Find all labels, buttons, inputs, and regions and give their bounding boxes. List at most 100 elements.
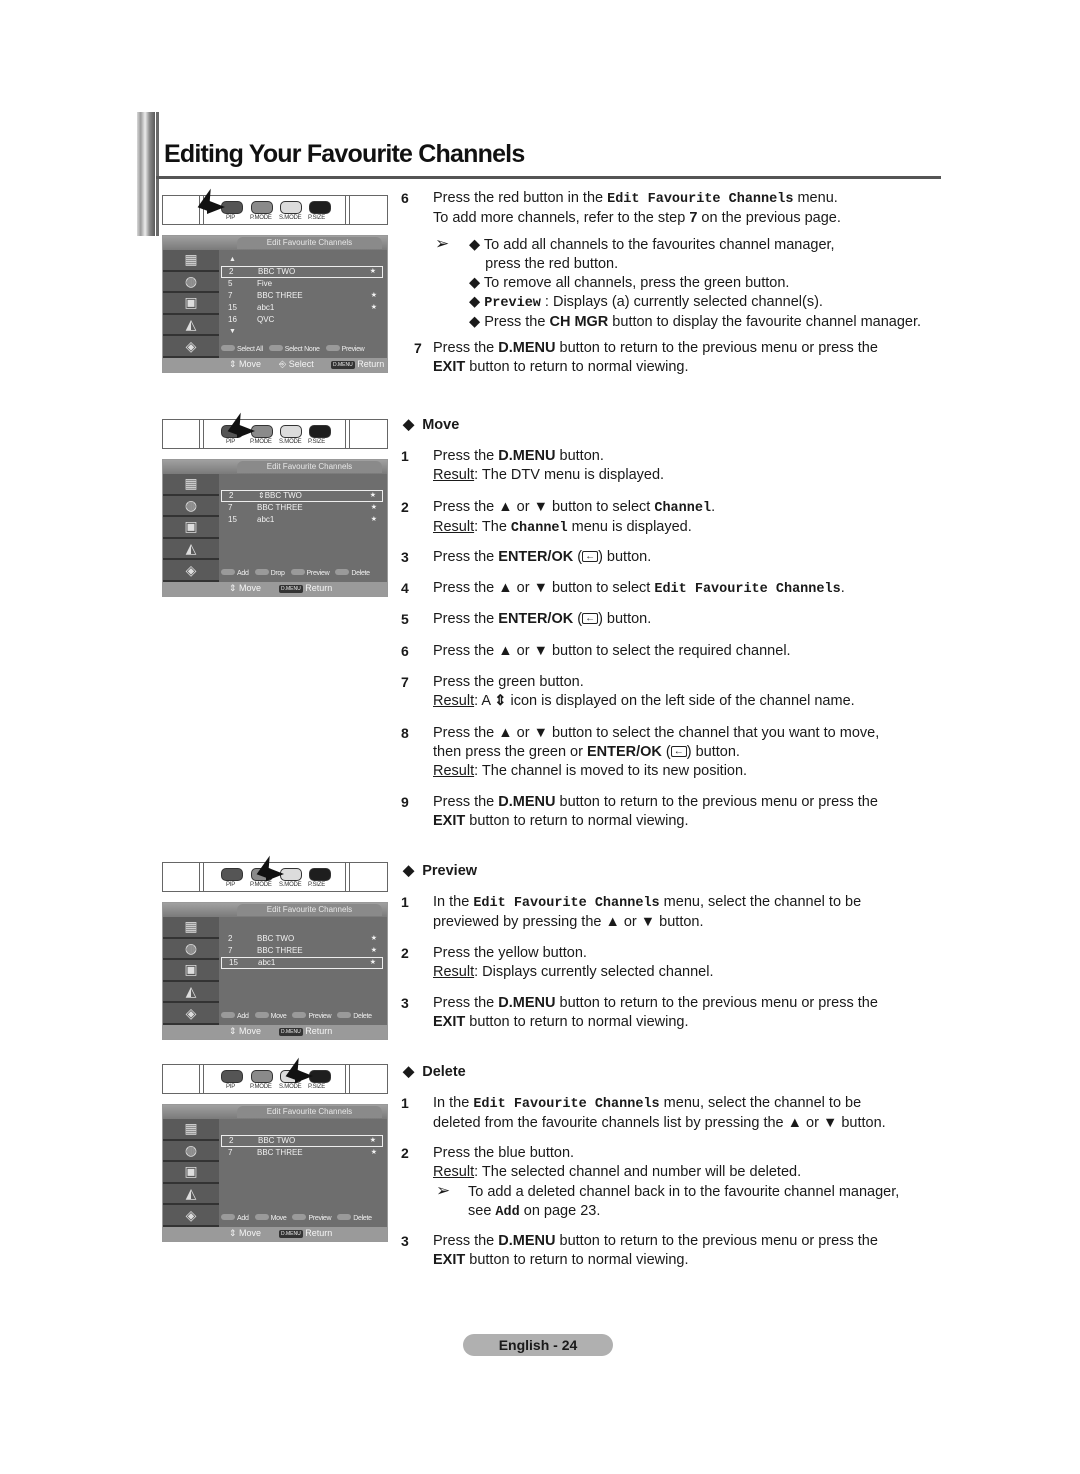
channel-row[interactable]: 7 BBC THREE ★ (221, 290, 383, 302)
channel-row[interactable]: 15 abc1 ★ (221, 302, 383, 314)
remote-psize-button[interactable] (309, 868, 331, 881)
text: button to return to normal viewing. (465, 813, 689, 829)
setup-icon[interactable]: ◭ (163, 539, 219, 561)
text: : The DTV menu is displayed. (474, 467, 665, 483)
program-icon[interactable]: ▦ (163, 474, 219, 496)
channel-row[interactable]: 5 Five (221, 278, 383, 290)
remote-psize-button[interactable] (309, 201, 331, 214)
program-icon[interactable]: ▦ (163, 1119, 219, 1141)
channel-name: abc1 (257, 515, 275, 524)
color-button-preview[interactable]: Preview (292, 1012, 332, 1020)
color-key-icon (292, 1214, 307, 1220)
remote-pmode-button[interactable] (251, 201, 273, 214)
code-text: Edit Favourite Channels (473, 1097, 660, 1112)
pointer-arrow-icon (266, 867, 284, 881)
remote-smode-button[interactable] (280, 425, 302, 438)
scroll-up-icon[interactable]: ▲ (221, 254, 383, 266)
menu-header: Edit Favourite Channels (163, 460, 387, 474)
divider (345, 863, 346, 891)
picture-icon[interactable]: ▣ (163, 960, 219, 982)
remote-smode-button[interactable] (280, 201, 302, 214)
sound-icon[interactable]: ◍ (163, 1141, 219, 1163)
remote-button-label: P.SIZE (308, 215, 326, 221)
color-button-add[interactable]: Add (221, 1214, 249, 1222)
setup-icon[interactable]: ◭ (163, 1184, 219, 1206)
divider (345, 196, 346, 224)
color-button-move[interactable]: Move (254, 1214, 287, 1222)
sound-icon[interactable]: ◍ (163, 496, 219, 518)
color-button-delete[interactable]: Delete (335, 569, 370, 577)
channel-row[interactable]: 2 BBC TWO ★ (221, 266, 383, 278)
move-hint: ⇕ Move (229, 1228, 262, 1238)
setup-icon[interactable]: ◭ (163, 315, 219, 337)
delete-step-3: Press the D.MENU button to return to the… (433, 1232, 878, 1270)
color-button-move[interactable]: Move (254, 1012, 287, 1020)
color-button-delete[interactable]: Delete (337, 1214, 372, 1222)
sound-icon[interactable]: ◍ (163, 939, 219, 961)
remote-button-label: S.MODE (279, 215, 302, 221)
input-icon[interactable]: ◈ (163, 560, 219, 582)
color-button-add[interactable]: Add (221, 1012, 249, 1020)
sound-icon[interactable]: ◍ (163, 272, 219, 294)
return-hint: D.MENU Return (331, 359, 384, 369)
remote-button-label: PIP (226, 215, 236, 221)
text: Press the (433, 448, 499, 464)
move-step-1: Press the D.MENU button. Result: The DTV… (433, 447, 664, 485)
picture-icon[interactable]: ▣ (163, 293, 219, 315)
channel-name: BBC TWO (258, 1136, 296, 1145)
channel-row[interactable]: 2 BBC TWO ★ (221, 1135, 383, 1147)
title-rule (156, 176, 941, 179)
divider (349, 1065, 350, 1093)
color-button-select-none[interactable]: Select None (268, 345, 320, 353)
program-icon[interactable]: ▦ (163, 917, 219, 939)
channel-row[interactable]: 16 QVC (221, 314, 383, 326)
code-text: Preview (484, 296, 541, 311)
color-button-label: Delete (353, 1013, 372, 1020)
input-icon[interactable]: ◈ (163, 336, 219, 358)
text: . (840, 580, 845, 596)
remote-pip-button[interactable] (221, 1070, 243, 1083)
text: menu, select the channel to be (659, 894, 862, 910)
remote-button-label: S.MODE (279, 882, 302, 888)
bold-text: EXIT (433, 1252, 466, 1268)
input-icon[interactable]: ◈ (163, 1205, 219, 1227)
channel-row[interactable]: 7 BBC THREE ★ (221, 1147, 383, 1159)
scroll-down-icon[interactable]: ▼ (221, 326, 383, 338)
input-icon[interactable]: ◈ (163, 1003, 219, 1025)
select-hint: ⎆ Select (279, 359, 314, 369)
setup-icon[interactable]: ◭ (163, 982, 219, 1004)
text: button to return to normal viewing. (465, 1252, 689, 1268)
channel-row[interactable]: 7 BBC THREE ★ (221, 502, 383, 514)
color-button-preview[interactable]: Preview (292, 1214, 332, 1222)
remote-pmode-button[interactable] (251, 1070, 273, 1083)
section-heading-move: ◆ Move (403, 417, 460, 433)
move-hint: ⇕ Move (229, 359, 262, 369)
color-button-add[interactable]: Add (221, 569, 249, 577)
enter-icon (582, 609, 599, 628)
result-label: Result (433, 1164, 475, 1180)
channel-row[interactable]: 2 ⇕BBC TWO ★ (221, 490, 383, 502)
divider (203, 420, 204, 448)
channel-row[interactable]: 2 BBC TWO ★ (221, 933, 383, 945)
color-button-preview[interactable]: Preview (325, 345, 365, 353)
channel-row[interactable]: 15 abc1 ★ (221, 514, 383, 526)
color-button-drop[interactable]: Drop (254, 569, 285, 577)
delete-step-2: Press the blue button. Result: The selec… (433, 1144, 801, 1182)
step-number: 1 (401, 894, 409, 910)
text: menu, select the channel to be (659, 1095, 862, 1111)
picture-icon[interactable]: ▣ (163, 517, 219, 539)
divider (345, 420, 346, 448)
remote-psize-button[interactable] (309, 425, 331, 438)
channel-row[interactable]: 15 abc1 ★ (221, 957, 383, 969)
picture-icon[interactable]: ▣ (163, 1162, 219, 1184)
remote-pip-button[interactable] (221, 868, 243, 881)
text: : The (474, 519, 511, 535)
text: In the (433, 894, 474, 910)
channel-row[interactable]: 7 BBC THREE ★ (221, 945, 383, 957)
text: Press the ▲ or ▼ button to select the ch… (433, 725, 880, 741)
color-button-select-all[interactable]: Select All (221, 345, 263, 353)
program-icon[interactable]: ▦ (163, 250, 219, 272)
color-button-preview[interactable]: Preview (290, 569, 330, 577)
text: icon is displayed on the left side of th… (506, 693, 855, 709)
color-button-delete[interactable]: Delete (337, 1012, 372, 1020)
